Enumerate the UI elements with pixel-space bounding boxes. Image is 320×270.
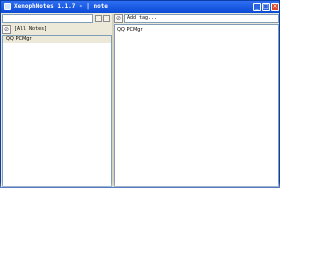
app-icon [4,3,11,10]
delete-note-button[interactable] [103,15,110,22]
left-toolbar [2,14,112,23]
note-editor[interactable]: QQ PCMgr [114,24,279,187]
minimize-icon: _ [255,3,259,10]
minimize-button[interactable]: _ [253,3,261,11]
close-icon: × [272,3,278,10]
bottom-fade [0,182,280,270]
app-window: XenophNotes 1.1.7 - | note _ □ × ⊘ [All … [0,0,280,188]
tag-bar: ⊘ Add tag... [114,14,279,23]
maximize-button[interactable]: □ [262,3,270,11]
filter-icon[interactable]: ⊘ [2,25,11,34]
tag-input[interactable]: Add tag... [124,14,279,23]
new-note-button[interactable] [95,15,102,22]
tag-icon[interactable]: ⊘ [114,14,123,23]
note-content[interactable]: QQ PCMgr [117,27,143,34]
search-input[interactable] [2,14,93,23]
window-title: XenophNotes 1.1.7 - | note [14,3,108,10]
close-button[interactable]: × [271,3,279,11]
title-bar[interactable]: XenophNotes 1.1.7 - | note _ □ × [1,1,279,13]
list-item[interactable]: QQ PCMgr [3,36,111,43]
notes-list[interactable]: QQ PCMgr [2,35,112,187]
filter-label: [All Notes] [14,26,48,32]
notebook-filter[interactable]: ⊘ [All Notes] [2,25,112,34]
maximize-icon: □ [263,3,269,10]
